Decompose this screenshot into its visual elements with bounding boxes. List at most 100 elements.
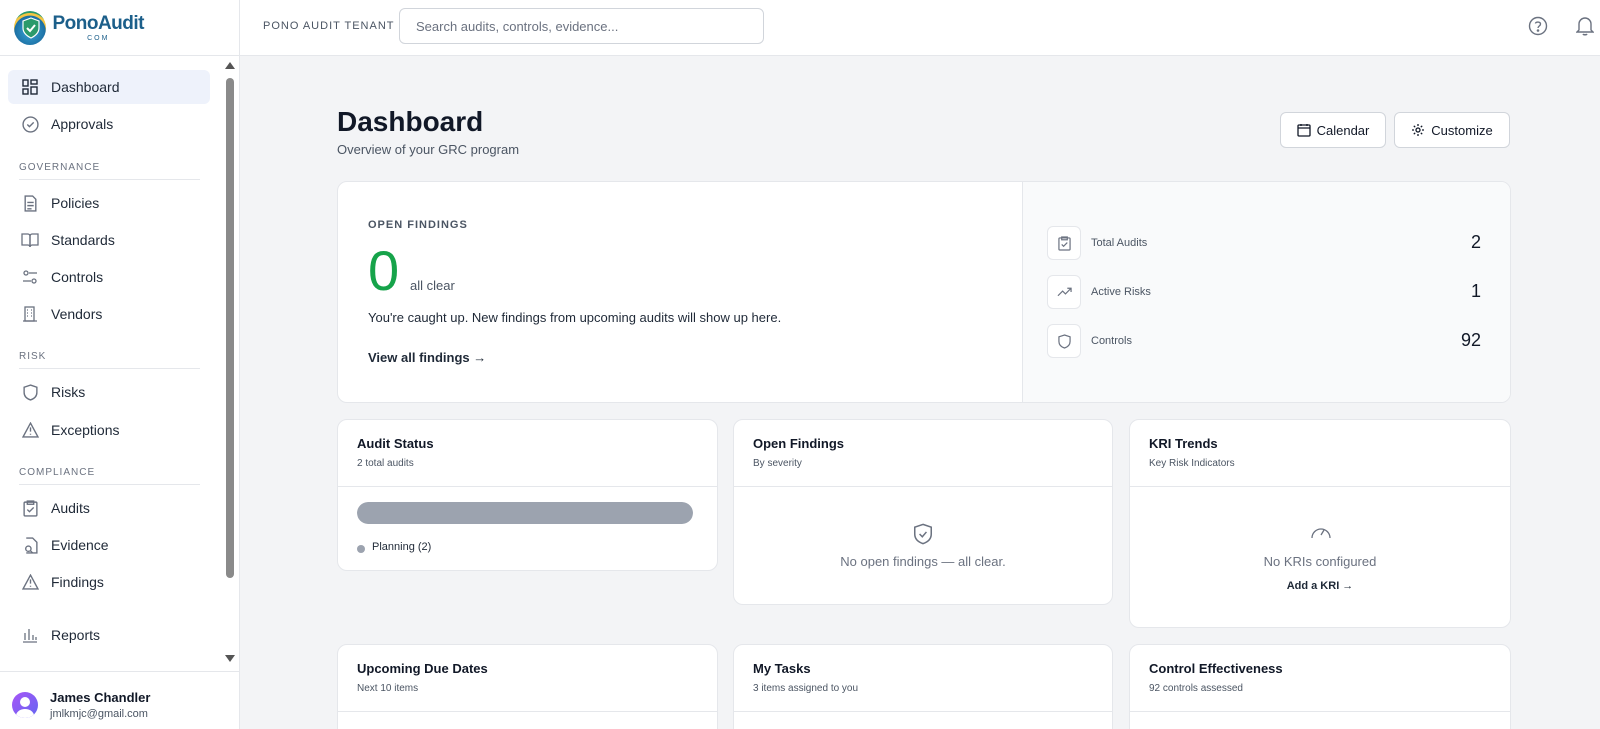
- page-title: Dashboard: [337, 106, 484, 137]
- add-kri-link[interactable]: Add a KRI →: [1130, 580, 1510, 592]
- card-subtitle: 92 controls assessed: [1149, 683, 1243, 694]
- calendar-button-label: Calendar: [1316, 122, 1370, 138]
- customize-button[interactable]: Customize: [1394, 112, 1510, 148]
- empty-state-text: No open findings — all clear.: [840, 554, 1006, 569]
- stat-label: Active Risks: [1091, 286, 1151, 298]
- sidebar-item-label: Vendors: [51, 306, 103, 322]
- open-findings-status: all clear: [410, 278, 455, 293]
- scroll-up-arrow-icon[interactable]: [225, 62, 235, 69]
- sidebar-item-controls[interactable]: Controls: [8, 260, 210, 294]
- kri-trends-card: KRI Trends Key Risk Indicators No KRIs c…: [1129, 419, 1511, 628]
- card-title: My Tasks: [753, 661, 811, 676]
- sidebar-item-evidence[interactable]: Evidence: [8, 528, 210, 562]
- stat-label: Total Audits: [1091, 237, 1148, 249]
- audit-status-bar[interactable]: [357, 502, 693, 524]
- book-icon: [21, 231, 39, 249]
- sliders-icon: [21, 268, 39, 286]
- sidebar-item-exceptions[interactable]: Exceptions: [8, 413, 210, 447]
- sidebar-item-policies[interactable]: Policies: [8, 186, 210, 220]
- help-icon[interactable]: [1528, 16, 1550, 38]
- user-email: jmlkmjc@gmail.com: [50, 708, 148, 720]
- card-title: Audit Status: [357, 436, 434, 451]
- upcoming-due-dates-card: Upcoming Due Dates Next 10 items: [337, 644, 718, 729]
- card-divider: [1130, 486, 1510, 487]
- sidebar-item-audits[interactable]: Audits: [8, 491, 210, 525]
- shield-icon: [21, 383, 39, 401]
- scroll-down-arrow-icon[interactable]: [225, 655, 235, 662]
- view-all-findings-link[interactable]: View all findings →: [368, 350, 486, 365]
- card-subtitle: By severity: [753, 458, 802, 469]
- stat-value: 92: [1460, 330, 1481, 350]
- search-input[interactable]: [399, 8, 764, 44]
- sidebar-item-reports[interactable]: Reports: [8, 618, 210, 652]
- sidebar-item-label: Dashboard: [51, 79, 120, 95]
- card-title: Control Effectiveness: [1149, 661, 1283, 676]
- legend-planning: Planning (2): [372, 541, 432, 553]
- section-divider: [19, 484, 200, 485]
- legend-dot: [357, 545, 365, 553]
- card-divider: [338, 711, 717, 712]
- section-label-risk: RISK: [19, 351, 47, 362]
- check-circle-icon: [21, 115, 39, 133]
- bell-icon[interactable]: [1575, 16, 1598, 38]
- stat-active-risks[interactable]: Active Risks 1: [1047, 275, 1487, 311]
- user-profile[interactable]: James Chandler jmlkmjc@gmail.com: [0, 671, 240, 729]
- sidebar: PonoAudit COM Dashboard Approvals GOVERN…: [0, 0, 240, 729]
- trending-up-icon: [1047, 275, 1081, 309]
- sidebar-item-label: Approvals: [51, 116, 114, 132]
- card-subtitle: 2 total audits: [357, 458, 414, 469]
- control-effectiveness-card: Control Effectiveness 92 controls assess…: [1129, 644, 1511, 729]
- section-divider: [19, 179, 200, 180]
- stat-total-audits[interactable]: Total Audits 2: [1047, 226, 1487, 262]
- section-label-compliance: COMPLIANCE: [19, 467, 96, 478]
- sidebar-item-label: Risks: [51, 384, 86, 400]
- sidebar-item-approvals[interactable]: Approvals: [8, 107, 210, 141]
- sidebar-item-label: Controls: [51, 269, 104, 285]
- sidebar-item-standards[interactable]: Standards: [8, 223, 210, 257]
- calendar-button[interactable]: Calendar: [1280, 112, 1386, 148]
- document-icon: [21, 194, 39, 212]
- clipboard-check-icon: [1047, 226, 1081, 260]
- sidebar-item-label: Reports: [51, 627, 101, 643]
- customize-button-label: Customize: [1431, 122, 1493, 138]
- stat-label: Controls: [1091, 335, 1132, 347]
- file-search-icon: [21, 536, 39, 554]
- open-findings-message: You're caught up. New findings from upco…: [368, 310, 782, 325]
- card-subtitle: 3 items assigned to you: [753, 683, 859, 694]
- card-divider: [734, 711, 1112, 712]
- sidebar-item-dashboard[interactable]: Dashboard: [8, 70, 210, 104]
- sidebar-item-label: Findings: [51, 574, 104, 590]
- stat-value: 2: [1470, 232, 1481, 252]
- sidebar-nav: Dashboard Approvals GOVERNANCE Policies …: [0, 68, 222, 663]
- empty-state-text: No KRIs configured: [1263, 554, 1377, 569]
- building-icon: [21, 305, 39, 323]
- section-divider: [19, 368, 200, 369]
- sidebar-item-findings[interactable]: Findings: [8, 565, 210, 599]
- sidebar-item-vendors[interactable]: Vendors: [8, 297, 210, 331]
- logo-shield-icon: [14, 11, 47, 45]
- user-name: James Chandler: [50, 690, 151, 705]
- sidebar-item-risks[interactable]: Risks: [8, 375, 210, 409]
- scroll-thumb[interactable]: [226, 78, 234, 578]
- stat-controls[interactable]: Controls 92: [1047, 324, 1487, 360]
- topbar: PONO AUDIT TENANT: [240, 0, 1600, 56]
- avatar: [12, 692, 38, 718]
- planning-segment: [357, 502, 693, 524]
- card-divider: [734, 486, 1112, 487]
- warning-icon: [21, 421, 39, 439]
- sidebar-item-label: Policies: [51, 195, 100, 211]
- logo-name: PonoAudit: [52, 13, 144, 34]
- clipboard-check-icon: [21, 499, 39, 517]
- card-title: Open Findings: [753, 436, 844, 451]
- sidebar-item-label: Evidence: [51, 537, 109, 553]
- logo[interactable]: PonoAudit COM: [14, 10, 144, 46]
- card-divider: [338, 486, 717, 487]
- card-title: Upcoming Due Dates: [357, 661, 488, 676]
- open-findings-count: 0: [368, 239, 400, 302]
- overview-card: OPEN FINDINGS 0 all clear You're caught …: [337, 181, 1511, 403]
- stats-panel: Total Audits 2 Active Risks 1 Controls 9…: [1022, 182, 1510, 402]
- grid-icon: [21, 78, 39, 96]
- section-label-governance: GOVERNANCE: [19, 162, 101, 173]
- sidebar-scrollbar[interactable]: [224, 60, 236, 665]
- calendar-icon: [1296, 123, 1311, 137]
